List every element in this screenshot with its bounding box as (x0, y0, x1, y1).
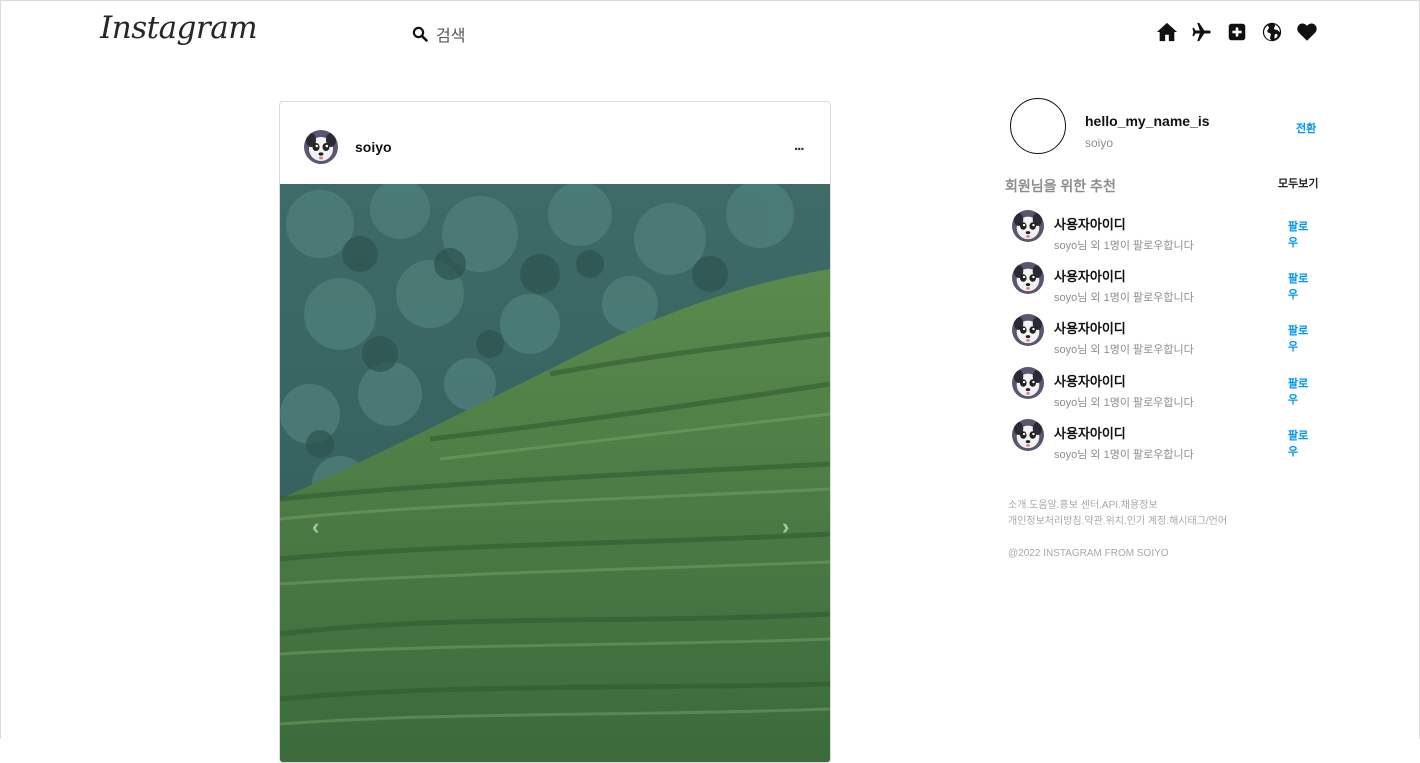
my-profile-avatar[interactable] (1010, 98, 1066, 154)
follow-button[interactable]: 팔로우 (1288, 218, 1318, 250)
instagram-logo[interactable]: Instagram (100, 10, 258, 46)
avatar[interactable] (1012, 418, 1044, 451)
avatar[interactable] (1012, 210, 1044, 242)
avatar[interactable] (1012, 366, 1044, 399)
recommendation-item: 사용자아이디 soyo님 외 1명이 팔로우합니다 팔로우 (1012, 210, 1318, 262)
recommendation-item: 사용자아이디 soyo님 외 1명이 팔로우합니다 팔로우 (1012, 314, 1318, 366)
more-options-button[interactable]: ... (794, 137, 804, 154)
recommendation-item: 사용자아이디 soyo님 외 1명이 팔로우합니다 팔로우 (1012, 418, 1318, 471)
recommended-username[interactable]: 사용자아이디 (1054, 423, 1126, 442)
follow-button[interactable]: 팔로우 (1288, 375, 1318, 407)
follow-button[interactable]: 팔로우 (1288, 322, 1318, 354)
my-username[interactable]: hello_my_name_is (1085, 113, 1210, 129)
recommendation-list: 사용자아이디 soyo님 외 1명이 팔로우합니다 팔로우 사용자아이디 soy… (1012, 210, 1318, 471)
post-header: soiyo ... (280, 102, 830, 184)
nav-icons (1156, 21, 1318, 43)
recommended-subtext: soyo님 외 1명이 팔로우합니다 (1054, 344, 1194, 357)
search-bar[interactable]: 검색 (412, 22, 465, 46)
recommended-subtext: soyo님 외 1명이 팔로우합니다 (1054, 448, 1194, 461)
feed-post: soiyo ... ‹ › (279, 101, 831, 763)
search-input[interactable]: 검색 (436, 22, 465, 46)
switch-account-link[interactable]: 전환 (1296, 120, 1316, 136)
home-icon[interactable] (1156, 21, 1178, 43)
carousel-next-arrow[interactable]: › (782, 514, 789, 540)
footer-links-line-2[interactable]: 개인정보처리방침.약관.위치.인기 계정.해시태그/언어 (1008, 514, 1308, 530)
heart-icon[interactable] (1296, 21, 1318, 43)
explore-globe-icon[interactable] (1261, 21, 1283, 43)
recommended-username[interactable]: 사용자아이디 (1054, 371, 1126, 390)
recommendation-item: 사용자아이디 soyo님 외 1명이 팔로우합니다 팔로우 (1012, 366, 1318, 419)
avatar[interactable] (1012, 314, 1044, 347)
add-post-icon[interactable] (1226, 21, 1248, 43)
search-icon (412, 26, 428, 42)
recommended-subtext: soyo님 외 1명이 팔로우합니다 (1054, 292, 1194, 305)
post-photo[interactable]: ‹ › (280, 179, 830, 762)
recommended-username[interactable]: 사용자아이디 (1054, 214, 1126, 233)
recommended-username[interactable]: 사용자아이디 (1054, 318, 1126, 337)
post-username[interactable]: soiyo (355, 139, 392, 155)
recommendation-item: 사용자아이디 soyo님 외 1명이 팔로우합니다 팔로우 (1012, 262, 1318, 314)
avatar[interactable] (1012, 262, 1044, 295)
recommendations-title: 회원님을 위한 추천 (1005, 178, 1116, 194)
carousel-prev-arrow[interactable]: ‹ (312, 514, 319, 540)
my-display-name: soiyo (1085, 136, 1114, 150)
copyright: @2022 INSTAGRAM FROM SOIYO (1008, 548, 1169, 559)
footer-links-line-1[interactable]: 소개.도움말.홍보 센터.API.채용정보 (1008, 498, 1308, 514)
recommended-subtext: soyo님 외 1명이 팔로우합니다 (1054, 240, 1194, 252)
footer-links: 소개.도움말.홍보 센터.API.채용정보 개인정보처리방침.약관.위치.인기 … (1008, 498, 1308, 530)
recommended-subtext: soyo님 외 1명이 팔로우합니다 (1054, 396, 1194, 409)
follow-button[interactable]: 팔로우 (1288, 270, 1318, 302)
see-all-link[interactable]: 모두보기 (1278, 175, 1318, 191)
paper-plane-icon[interactable] (1191, 21, 1213, 43)
post-author-avatar[interactable] (304, 130, 338, 164)
follow-button[interactable]: 팔로우 (1288, 427, 1318, 459)
recommended-username[interactable]: 사용자아이디 (1054, 266, 1126, 285)
